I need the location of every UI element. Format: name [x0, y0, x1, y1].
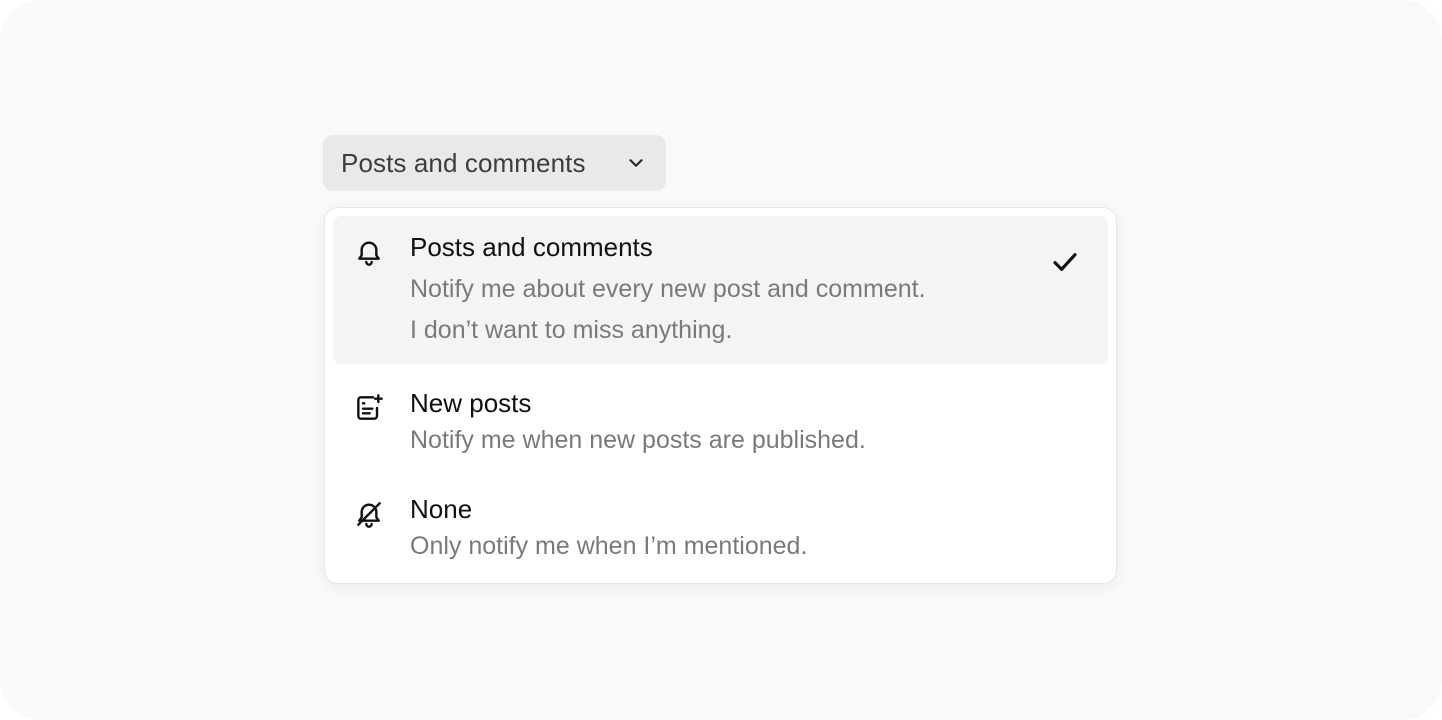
- dropdown-selected-label: Posts and comments: [341, 147, 586, 178]
- option-none[interactable]: None Only notify me when I’m mentioned.: [333, 484, 1108, 576]
- new-post-icon: [357, 394, 383, 420]
- option-posts-and-comments[interactable]: Posts and comments Notify me about every…: [333, 216, 1108, 364]
- option-title: New posts: [410, 388, 532, 418]
- notification-dropdown-trigger[interactable]: Posts and comments: [323, 135, 666, 191]
- canvas-background: Posts and comments Posts and comments No…: [0, 0, 1442, 720]
- chevron-down-icon: [629, 159, 643, 167]
- bell-off-icon: [357, 502, 381, 528]
- option-title: Posts and comments: [410, 232, 653, 262]
- option-description-line1: Only notify me when I’m mentioned.: [410, 532, 808, 560]
- option-description-line2: I don’t want to miss anything.: [410, 316, 733, 344]
- notification-options-menu: Posts and comments Notify me about every…: [324, 207, 1117, 584]
- bell-icon: [358, 241, 380, 266]
- option-description-line1: Notify me about every new post and comme…: [410, 275, 926, 303]
- checkmark-icon: [1053, 253, 1077, 271]
- option-description-line1: Notify me when new posts are published.: [410, 426, 866, 454]
- option-title: None: [410, 494, 473, 524]
- option-new-posts[interactable]: New posts Notify me when new posts are p…: [333, 378, 1108, 470]
